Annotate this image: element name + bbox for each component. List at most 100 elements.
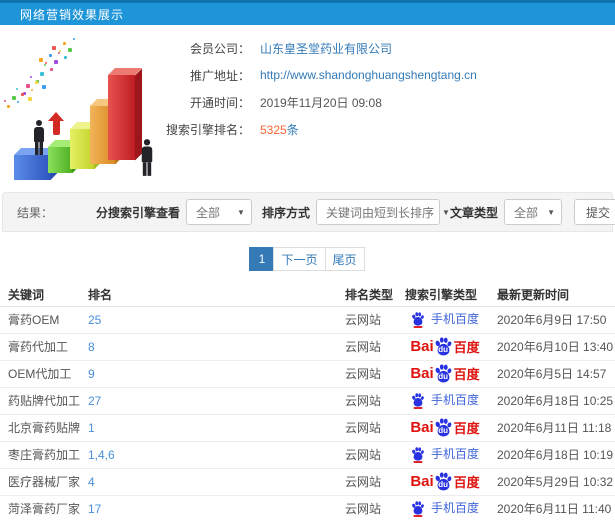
chevron-down-icon: ▼: [547, 207, 555, 217]
table-row: 药贴牌代加工 27 云网站 手机百度 2020年6月18日 10:25: [0, 387, 615, 415]
table-row: 菏泽膏药厂家 17 云网站 手机百度 2020年6月11日 11:40: [0, 495, 615, 520]
baidu-paw-icon: [411, 501, 425, 517]
rank-cell: 25: [81, 306, 338, 334]
updated-cell: 2020年6月18日 10:25: [492, 387, 615, 415]
rank-type-cell: 云网站: [338, 468, 398, 496]
engine-filter-select[interactable]: 全部 ▼: [185, 199, 252, 225]
updated-cell: 2020年6月5日 14:57: [492, 360, 615, 388]
keyword-table-body: 膏药OEM 25 云网站 手机百度 2020年6月9日 17:50 膏药代加工 8 云网站 Ba…: [0, 306, 615, 520]
sort-label: 排序方式: [261, 205, 310, 220]
rank-link[interactable]: 1,4,6: [88, 448, 115, 462]
updated-cell: 2020年5月29日 10:32: [492, 468, 615, 496]
engine-cell: Bai du 百度: [398, 468, 492, 496]
page-header: 网络营销效果展示: [0, 0, 615, 25]
updated-cell: 2020年6月11日 11:18: [492, 414, 615, 442]
mobile-baidu-label: 手机百度: [430, 501, 479, 516]
open-time-value: 2019年11月20日 09:08: [260, 95, 382, 110]
bar-green: [48, 147, 72, 173]
table-header-row: 关键词 排名 排名类型 搜索引擎类型 最新更新时间: [0, 284, 615, 307]
next-page-button[interactable]: 下一页: [273, 247, 326, 271]
rank-cell: 8: [81, 333, 338, 361]
mobile-baidu-badge: 手机百度: [411, 499, 479, 517]
keyword-cell: 膏药OEM: [0, 306, 81, 334]
engine-view-label: 分搜索引擎查看: [95, 205, 180, 220]
engine-cell: Bai du 百度: [398, 414, 492, 442]
baidu-paw-icon: [411, 447, 425, 463]
rank-link[interactable]: 25: [88, 313, 101, 327]
col-rank-type: 排名类型: [338, 284, 398, 307]
article-type-select[interactable]: 全部 ▼: [504, 199, 562, 225]
table-row: 膏药代加工 8 云网站 Bai du 百度 2020年6月10日 13:40: [0, 333, 615, 361]
rank-cell: 17: [81, 495, 338, 520]
rank-link[interactable]: 27: [88, 394, 101, 408]
table-row: 医疗器械厂家 4 云网站 Bai du 百度 2020年5月29日 10:32: [0, 468, 615, 496]
col-updated: 最新更新时间: [492, 284, 615, 307]
baidu-logo: Bai du 百度: [410, 364, 480, 383]
rank-cell: 27: [81, 387, 338, 415]
rank-cell: 4: [81, 468, 338, 496]
keyword-cell: 菏泽膏药厂家: [0, 495, 81, 520]
keyword-cell: OEM代加工: [0, 360, 81, 388]
bar-blue: [14, 155, 50, 180]
pagination: 1 下一页 尾页: [0, 247, 615, 271]
col-engine-type: 搜索引擎类型: [398, 284, 492, 307]
rank-type-cell: 云网站: [338, 360, 398, 388]
engine-cell: 手机百度: [398, 306, 492, 334]
baidu-paw-icon: du: [434, 337, 453, 356]
sort-value: 关键词由短到长排序: [325, 205, 434, 220]
filter-bar: 结果： 分搜索引擎查看 全部 ▼ 排序方式 关键词由短到长排序 ▼ 文章类型 全…: [2, 192, 615, 232]
businessman-figure: [140, 139, 155, 176]
bar-red: [108, 75, 135, 160]
rank-count: 5325: [260, 122, 287, 137]
marketing-chart-illustration: [2, 29, 187, 187]
rank-type-cell: 云网站: [338, 387, 398, 415]
rank-link[interactable]: 9: [88, 367, 95, 381]
sort-select[interactable]: 关键词由短到长排序 ▼: [315, 199, 450, 225]
baidu-paw-icon: du: [434, 418, 453, 437]
chevron-down-icon: ▼: [442, 207, 450, 217]
member-info-section: 会员公司： 山东皇圣堂药业有限公司 推广地址： http://www.shand…: [0, 25, 615, 192]
article-type-value: 全部: [514, 205, 539, 220]
baidu-logo: Bai du 百度: [410, 337, 480, 356]
engine-cell: Bai du 百度: [398, 333, 492, 361]
rank-cell: 1: [81, 414, 338, 442]
baidu-paw-icon: du: [434, 364, 453, 383]
rank-type-cell: 云网站: [338, 495, 398, 520]
engine-cell: 手机百度: [398, 387, 492, 415]
last-page-button[interactable]: 尾页: [324, 247, 365, 271]
submit-button[interactable]: 提交: [574, 199, 615, 225]
engine-filter-value: 全部: [195, 205, 220, 220]
updated-cell: 2020年6月18日 10:19: [492, 441, 615, 469]
engine-cell: Bai du 百度: [398, 360, 492, 388]
rank-link[interactable]: 17: [88, 502, 101, 516]
keyword-cell: 膏药代加工: [0, 333, 81, 361]
rank-link[interactable]: 8: [88, 340, 95, 354]
chevron-down-icon: ▼: [237, 207, 245, 217]
keyword-cell: 医疗器械厂家: [0, 468, 81, 496]
filter-controls: 分搜索引擎查看 全部 ▼ 排序方式 关键词由短到长排序 ▼ 文章类型 全部 ▼ …: [86, 199, 615, 225]
baidu-logo: Bai du 百度: [410, 418, 480, 437]
engine-cell: 手机百度: [398, 441, 492, 469]
rank-cell: 9: [81, 360, 338, 388]
keyword-table: 关键词 排名 排名类型 搜索引擎类型 最新更新时间 膏药OEM 25 云网站 手机百度…: [0, 284, 615, 520]
table-row: 膏药OEM 25 云网站 手机百度 2020年6月9日 17:50: [0, 306, 615, 334]
page-button-current[interactable]: 1: [249, 247, 275, 271]
mobile-baidu-badge: 手机百度: [411, 391, 479, 409]
mobile-baidu-badge: 手机百度: [411, 445, 479, 463]
rank-unit: 条: [286, 122, 299, 137]
up-arrow-icon: [48, 112, 64, 135]
rank-link[interactable]: 1: [88, 421, 95, 435]
company-link[interactable]: 山东皇圣堂药业有限公司: [260, 40, 392, 57]
table-row: OEM代加工 9 云网站 Bai du 百度 2020年6月5日 14:57: [0, 360, 615, 388]
article-type-label: 文章类型: [449, 205, 498, 220]
rank-link[interactable]: 4: [88, 475, 95, 489]
rank-type-cell: 云网站: [338, 306, 398, 334]
baidu-paw-icon: [411, 312, 425, 328]
engine-cell: 手机百度: [398, 495, 492, 520]
col-keyword: 关键词: [0, 284, 81, 307]
updated-cell: 2020年6月9日 17:50: [492, 306, 615, 334]
rank-type-cell: 云网站: [338, 333, 398, 361]
promotion-url-link[interactable]: http://www.shandonghuangshengtang.cn: [260, 68, 477, 82]
keyword-cell: 药贴牌代加工: [0, 387, 81, 415]
col-rank: 排名: [81, 284, 338, 307]
